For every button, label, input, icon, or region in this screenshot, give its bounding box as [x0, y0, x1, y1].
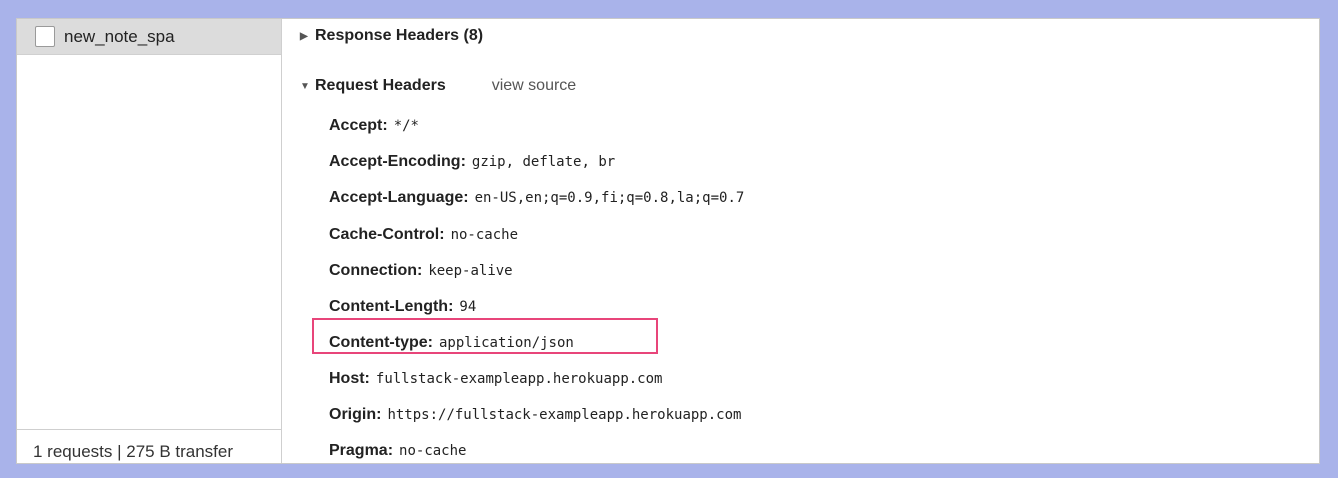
header-key: Accept:: [329, 117, 388, 134]
response-headers-toggle[interactable]: ▶ Response Headers (8): [300, 27, 483, 45]
request-list: new_note_spa 1 requests | 275 B transfer: [17, 19, 282, 463]
triangle-down-icon[interactable]: ▼: [300, 81, 310, 92]
header-value: 94: [459, 299, 477, 315]
header-value: keep-alive: [428, 263, 513, 279]
headers-panel: ▶ Response Headers (8) ▼ Request Headers…: [282, 19, 1319, 463]
header-key: Cache-Control:: [329, 226, 445, 243]
header-key: Pragma:: [329, 442, 394, 459]
header-row-cache-control: Cache-Control: no-cache: [329, 225, 518, 245]
header-value: */*: [393, 118, 419, 134]
header-value: gzip, deflate, br: [471, 154, 616, 170]
header-row-connection: Connection: keep-alive: [329, 261, 513, 281]
header-row-content-type: Content-type: application/json: [329, 333, 574, 353]
header-key: Content-Length:: [329, 298, 454, 315]
header-value: no-cache: [450, 227, 518, 243]
header-row-pragma: Pragma: no-cache: [329, 441, 466, 461]
header-value: en-US,en;q=0.9,fi;q=0.8,la;q=0.7: [474, 190, 745, 206]
header-key: Host:: [329, 370, 370, 387]
header-value: application/json: [438, 335, 574, 351]
response-headers-label: Response Headers (8): [315, 27, 484, 44]
request-headers-section: ▼ Request Headers view source: [300, 77, 576, 95]
header-row-content-length: Content-Length: 94: [329, 297, 476, 317]
view-source-link[interactable]: view source: [492, 77, 576, 95]
header-value: no-cache: [399, 443, 467, 459]
header-key: Accept-Language:: [329, 189, 469, 206]
request-summary-footer: 1 requests | 275 B transfer: [17, 429, 281, 463]
header-key: Origin:: [329, 406, 382, 423]
request-row-selected[interactable]: new_note_spa: [17, 19, 281, 55]
request-headers-label[interactable]: Request Headers: [315, 77, 446, 95]
header-key: Connection:: [329, 262, 423, 279]
document-file-icon: [35, 26, 55, 47]
header-row-accept-language: Accept-Language: en-US,en;q=0.9,fi;q=0.8,…: [329, 188, 744, 208]
triangle-right-icon: ▶: [300, 30, 308, 42]
header-value: fullstack-exampleapp.herokuapp.com: [375, 371, 663, 387]
header-row-accept-encoding: Accept-Encoding: gzip, deflate, br: [329, 152, 615, 172]
devtools-network-window: new_note_spa 1 requests | 275 B transfer…: [16, 18, 1320, 464]
header-value: https://fullstack-exampleapp.herokuapp.c…: [387, 407, 742, 423]
header-key: Accept-Encoding:: [329, 153, 466, 170]
header-row-accept: Accept: */*: [329, 116, 419, 136]
header-row-origin: Origin: https://fullstack-exampleapp.hero…: [329, 405, 741, 425]
request-name: new_note_spa: [64, 26, 175, 46]
header-key: Content-type:: [329, 334, 433, 351]
header-row-host: Host: fullstack-exampleapp.herokuapp.com: [329, 369, 662, 389]
